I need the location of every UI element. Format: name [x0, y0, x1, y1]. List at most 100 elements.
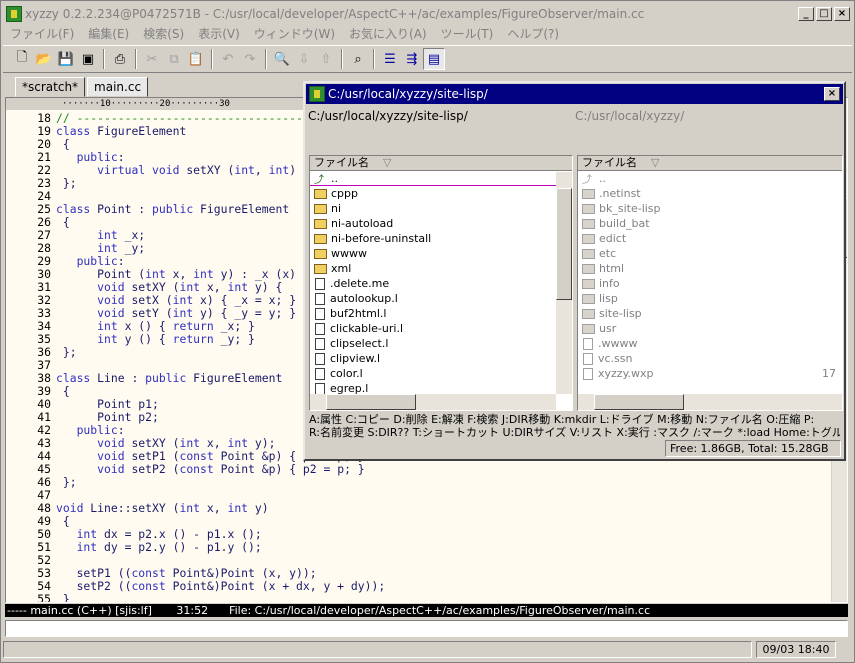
folder-item[interactable]: ni-before-uninstall [310, 231, 572, 246]
file-item[interactable]: buf2html.l [310, 306, 572, 321]
filer-icon[interactable]: ▤ [423, 48, 445, 70]
folder-item[interactable]: etc [578, 246, 842, 261]
menu-help[interactable]: ヘルプ(?) [500, 25, 566, 42]
search-prev-icon[interactable]: ⇧ [315, 48, 337, 70]
folder-item[interactable]: site-lisp [578, 306, 842, 321]
left-pane-horizontal-scrollbar[interactable] [310, 394, 556, 410]
folder-item[interactable]: html [578, 261, 842, 276]
code-text: class FigureElement [56, 124, 187, 138]
menu-edit[interactable]: 編集(E) [81, 25, 136, 42]
code-line[interactable]: 45 void setP2 (const Point &p) { p2 = p;… [6, 463, 831, 476]
file-item[interactable]: vc.ssn [578, 351, 842, 366]
copy-icon[interactable]: ⧉ [163, 48, 185, 70]
minibuffer[interactable] [5, 620, 848, 637]
folder-item[interactable]: wwww [310, 246, 572, 261]
folder-item[interactable]: ni-autoload [310, 216, 572, 231]
code-text: setP2 ((const Point&)Point (x + dx, y + … [56, 579, 386, 593]
paste-icon[interactable]: 📋 [185, 48, 207, 70]
file-item[interactable]: clipselect.l [310, 336, 572, 351]
save-icon[interactable]: 💾 [55, 48, 77, 70]
file-icon [315, 367, 325, 380]
search-icon[interactable]: 🔍 [271, 48, 293, 70]
menu-window[interactable]: ウィンドウ(W) [247, 25, 342, 42]
folder-item[interactable]: .netinst [578, 186, 842, 201]
menu-search[interactable]: 検索(S) [136, 25, 191, 42]
keyword: void [97, 449, 125, 463]
file-item[interactable]: autolookup.l [310, 291, 572, 306]
grep-icon[interactable]: ⌕ [347, 48, 369, 70]
file-icon [315, 337, 325, 350]
cut-icon[interactable]: ✂ [141, 48, 163, 70]
redo-icon[interactable]: ↷ [239, 48, 261, 70]
undo-icon[interactable]: ↶ [217, 48, 239, 70]
keyword: int [97, 319, 118, 333]
folder-item[interactable]: build_bat [578, 216, 842, 231]
scrollbar-thumb[interactable] [326, 394, 416, 410]
code-text: virtual void setXY (int, int) [97, 163, 297, 177]
folder-item[interactable]: info [578, 276, 842, 291]
filename-column-header[interactable]: ファイル名 ▽ [310, 156, 572, 171]
menu-tools[interactable]: ツール(T) [434, 25, 501, 42]
save-all-icon[interactable]: ▣ [77, 48, 99, 70]
menu-file[interactable]: ファイル(F) [3, 25, 81, 42]
folder-item[interactable]: cppp [310, 186, 572, 201]
folder-item[interactable]: xml [310, 261, 572, 276]
item-name: clipview.l [330, 352, 381, 365]
parent-dir-item[interactable]: ⤴.. [310, 171, 572, 186]
folder-item[interactable]: edict [578, 231, 842, 246]
keyword: class [56, 124, 91, 138]
window-controls: _ □ × [798, 7, 850, 21]
scrollbar-thumb[interactable] [556, 188, 572, 300]
code-text: }; [56, 475, 77, 489]
file-item[interactable]: .wwww [578, 336, 842, 351]
file-item[interactable]: clipview.l [310, 351, 572, 366]
code-line[interactable]: 48 void Line::setXY (int x, int y) [6, 502, 831, 515]
menu-view[interactable]: 表示(V) [191, 25, 247, 42]
filer-title-bar[interactable]: C:/usr/local/xyzzy/site-lisp/ × [306, 84, 843, 104]
open-file-icon[interactable]: 📂 [33, 48, 55, 70]
menu-favorites[interactable]: お気に入り(A) [342, 25, 434, 42]
folder-item[interactable]: lisp [578, 291, 842, 306]
new-file-icon[interactable]: 🗋 [11, 48, 33, 70]
print-icon[interactable]: ⎙ [109, 48, 131, 70]
right-pane-path: C:/usr/local/xyzzy/ [575, 109, 685, 123]
filename-column-header[interactable]: ファイル名 ▽ [578, 156, 842, 171]
folder-icon [314, 233, 327, 244]
code-line[interactable]: 46 }; [6, 476, 831, 489]
left-pane-vertical-scrollbar[interactable] [556, 172, 572, 394]
scrollbar-thumb[interactable] [594, 394, 684, 410]
right-pane-horizontal-scrollbar[interactable] [578, 394, 842, 410]
keyword: void [97, 280, 125, 294]
file-icon [583, 337, 593, 350]
folder-item[interactable]: usr [578, 321, 842, 336]
item-name: ni-before-uninstall [331, 232, 432, 245]
filer-close-button[interactable]: × [824, 87, 840, 101]
item-name: bk_site-lisp [599, 202, 661, 215]
left-file-pane[interactable]: ファイル名 ▽ ⤴.. cppp ni ni-autoload ni-before-un… [309, 155, 573, 411]
xyzzy-app-icon [309, 86, 325, 102]
tab-scratch[interactable]: *scratch* [15, 77, 86, 97]
item-name: html [599, 262, 625, 275]
folder-item[interactable]: bk_site-lisp [578, 201, 842, 216]
minimize-button[interactable]: _ [798, 7, 814, 21]
parent-dir-item[interactable]: ⤴.. [578, 171, 842, 186]
xyzzy-app-icon[interactable] [6, 6, 22, 22]
file-item[interactable]: xyzzy.wxp 17 [578, 366, 842, 381]
item-name: buf2html.l [330, 307, 387, 320]
folder-item[interactable]: ni [310, 201, 572, 216]
code-line[interactable]: 51 int dy = p2.y () - p1.y (); [6, 541, 831, 554]
right-file-pane[interactable]: ファイル名 ▽ ⤴.. .netinst bk_site-lisp build_bat… [577, 155, 843, 411]
file-item[interactable]: color.l [310, 366, 572, 381]
search-next-icon[interactable]: ⇩ [293, 48, 315, 70]
file-item[interactable]: .delete.me [310, 276, 572, 291]
folder-icon [582, 233, 595, 244]
maximize-button[interactable]: □ [816, 7, 832, 21]
tab-main-cc[interactable]: main.cc [87, 77, 149, 97]
code-line[interactable]: 54 setP2 ((const Point&)Point (x + dx, y… [6, 580, 831, 593]
list-icon[interactable]: ☰ [379, 48, 401, 70]
title-bar[interactable]: xyzzy 0.2.2.234@P0472571B - C:/usr/local… [3, 3, 852, 25]
close-button[interactable]: × [834, 7, 850, 21]
code-line[interactable]: 55 } [6, 593, 831, 603]
file-item[interactable]: clickable-uri.l [310, 321, 572, 336]
indent-icon[interactable]: ⇶ [401, 48, 423, 70]
